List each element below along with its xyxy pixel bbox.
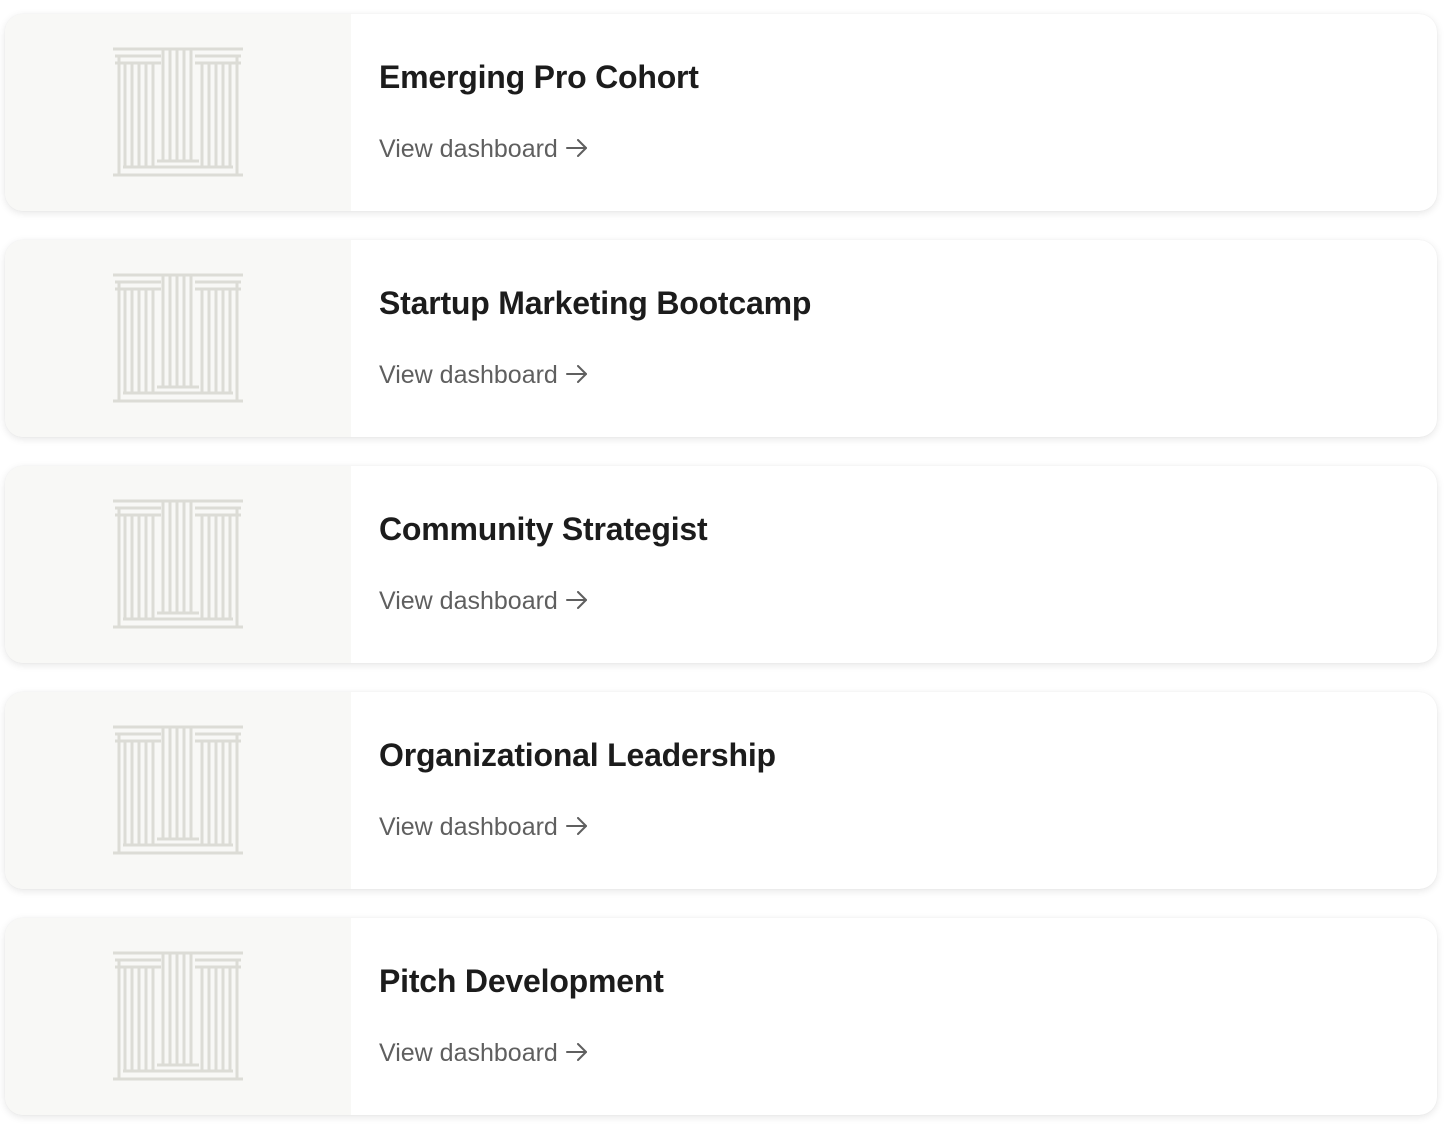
card-body: Pitch Development View dashboard: [351, 918, 1437, 1115]
pillars-icon: [113, 47, 243, 179]
course-card[interactable]: Organizational Leadership View dashboard: [5, 692, 1437, 889]
view-dashboard-link[interactable]: View dashboard: [379, 134, 588, 164]
course-title: Startup Marketing Bootcamp: [379, 285, 812, 321]
arrow-right-icon: [565, 812, 588, 842]
course-thumbnail: [5, 466, 351, 663]
course-thumbnail: [5, 918, 351, 1115]
course-title: Emerging Pro Cohort: [379, 59, 699, 95]
course-card[interactable]: Emerging Pro Cohort View dashboard: [5, 14, 1437, 211]
arrow-right-icon: [565, 586, 588, 616]
course-card[interactable]: Startup Marketing Bootcamp View dashboar…: [5, 240, 1437, 437]
card-body: Emerging Pro Cohort View dashboard: [351, 14, 1437, 211]
course-thumbnail: [5, 692, 351, 889]
pillars-icon: [113, 951, 243, 1083]
arrow-right-icon: [565, 1038, 588, 1068]
arrow-right-icon: [565, 360, 588, 390]
pillars-icon: [113, 273, 243, 405]
view-dashboard-link[interactable]: View dashboard: [379, 586, 588, 616]
view-dashboard-link[interactable]: View dashboard: [379, 812, 588, 842]
view-dashboard-label: View dashboard: [379, 813, 558, 841]
view-dashboard-label: View dashboard: [379, 361, 558, 389]
view-dashboard-label: View dashboard: [379, 1039, 558, 1067]
course-thumbnail: [5, 240, 351, 437]
card-body: Organizational Leadership View dashboard: [351, 692, 1437, 889]
course-title: Pitch Development: [379, 963, 664, 999]
view-dashboard-link[interactable]: View dashboard: [379, 360, 588, 390]
view-dashboard-label: View dashboard: [379, 587, 558, 615]
view-dashboard-label: View dashboard: [379, 135, 558, 163]
pillars-icon: [113, 499, 243, 631]
card-body: Startup Marketing Bootcamp View dashboar…: [351, 240, 1437, 437]
card-body: Community Strategist View dashboard: [351, 466, 1437, 663]
view-dashboard-link[interactable]: View dashboard: [379, 1038, 588, 1068]
course-card[interactable]: Pitch Development View dashboard: [5, 918, 1437, 1115]
course-list: Emerging Pro Cohort View dashboard Start…: [5, 14, 1437, 1144]
course-title: Community Strategist: [379, 511, 708, 547]
course-title: Organizational Leadership: [379, 737, 776, 773]
pillars-icon: [113, 725, 243, 857]
arrow-right-icon: [565, 134, 588, 164]
course-card[interactable]: Community Strategist View dashboard: [5, 466, 1437, 663]
course-thumbnail: [5, 14, 351, 211]
